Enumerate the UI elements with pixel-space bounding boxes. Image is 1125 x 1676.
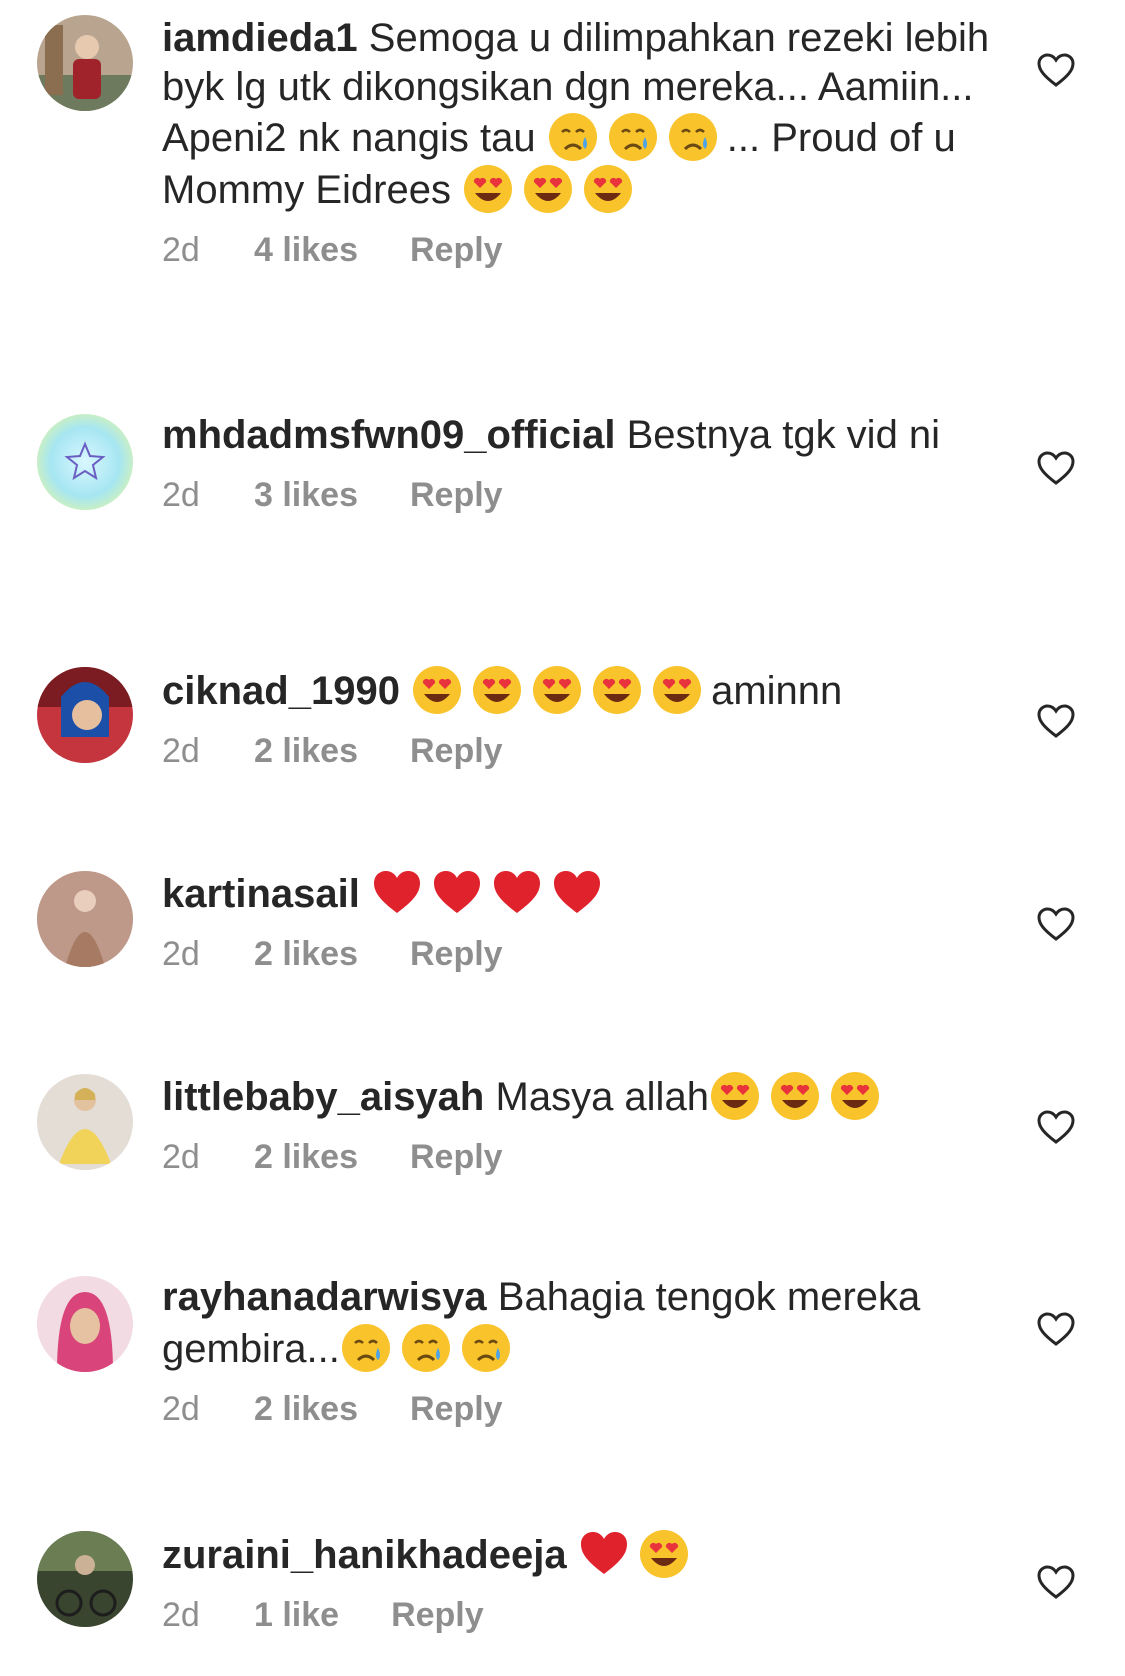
avatar[interactable] [37,1074,133,1170]
avatar[interactable] [37,871,133,967]
heart-eyes-icon [411,664,463,716]
comment-meta: 2d 2 likes Reply [162,726,992,776]
heart-eyes-icon [769,1070,821,1122]
crying-face-icon [340,1322,392,1374]
heart-outline-icon[interactable] [1036,1108,1076,1148]
comment-text: kartinasail [162,867,992,919]
timestamp: 2d [162,1138,200,1176]
crying-face-icon [400,1322,452,1374]
heart-outline-icon[interactable] [1036,905,1076,945]
username[interactable]: zuraini_hanikhadeeja [162,1533,567,1577]
comment-body: ciknad_1990 aminnn 2d 2 likes Reply [162,664,992,776]
comment-text: mhdadmsfwn09_official Bestnya tgk vid ni [162,411,992,460]
comment-body: iamdieda1 Semoga u dilimpahkan rezeki le… [162,14,992,275]
avatar[interactable] [37,1276,133,1372]
comment-body: zuraini_hanikhadeeja 2d 1 like Reply [162,1528,992,1640]
crying-face-icon [547,111,599,163]
comment-meta: 2d 2 likes Reply [162,929,992,979]
comment-text: rayhanadarwisya Bahagia tengok mereka ge… [162,1273,992,1374]
reply-button[interactable]: Reply [410,470,503,520]
red-heart-icon [371,867,423,919]
like-count[interactable]: 2 likes [254,726,358,776]
timestamp: 2d [162,231,200,269]
username[interactable]: kartinasail [162,872,360,916]
heart-outline-icon[interactable] [1036,51,1076,91]
timestamp: 2d [162,475,200,514]
crying-face-icon [460,1322,512,1374]
comment-text: zuraini_hanikhadeeja [162,1528,992,1580]
heart-eyes-icon [591,664,643,716]
comment-text: littlebaby_aisyah Masya allah [162,1070,992,1122]
reply-button[interactable]: Reply [410,726,503,776]
heart-eyes-icon [651,664,703,716]
red-heart-icon [491,867,543,919]
like-count[interactable]: 3 likes [254,470,358,520]
avatar[interactable] [37,15,133,111]
comment-body: rayhanadarwisya Bahagia tengok mereka ge… [162,1273,992,1434]
avatar[interactable] [37,667,133,763]
like-count[interactable]: 2 likes [254,929,358,979]
like-count[interactable]: 4 likes [254,225,358,275]
heart-eyes-icon [638,1528,690,1580]
avatar[interactable] [37,1531,133,1627]
comment-message: Masya allah [495,1075,709,1119]
heart-eyes-icon [709,1070,761,1122]
red-heart-icon [551,867,603,919]
username[interactable]: iamdieda1 [162,16,358,60]
comment-body: littlebaby_aisyah Masya allah 2d 2 likes R… [162,1070,992,1182]
reply-button[interactable]: Reply [410,929,503,979]
red-heart-icon [578,1528,630,1580]
reply-button[interactable]: Reply [391,1590,484,1640]
heart-eyes-icon [462,163,514,215]
timestamp: 2d [162,732,200,770]
avatar[interactable] [37,414,133,510]
heart-eyes-icon [522,163,574,215]
like-count[interactable]: 1 like [254,1590,339,1640]
comment-body: mhdadmsfwn09_official Bestnya tgk vid ni… [162,411,992,520]
username[interactable]: mhdadmsfwn09_official [162,413,615,457]
comment-meta: 2d 3 likes Reply [162,470,992,520]
heart-outline-icon[interactable] [1036,702,1076,742]
reply-button[interactable]: Reply [410,1132,503,1182]
comment-meta: 2d 2 likes Reply [162,1384,992,1434]
username[interactable]: rayhanadarwisya [162,1275,487,1319]
reply-button[interactable]: Reply [410,225,503,275]
comment-body: kartinasail 2d 2 likes Reply [162,867,992,979]
comment-message: Bestnya tgk vid ni [626,413,941,457]
like-count[interactable]: 2 likes [254,1384,358,1434]
timestamp: 2d [162,1389,200,1428]
crying-face-icon [607,111,659,163]
crying-face-icon [667,111,719,163]
comment-text: iamdieda1 Semoga u dilimpahkan rezeki le… [162,14,992,215]
comment-message: aminnn [711,669,843,713]
red-heart-icon [431,867,483,919]
timestamp: 2d [162,1596,200,1634]
heart-outline-icon[interactable] [1036,449,1076,489]
like-count[interactable]: 2 likes [254,1132,358,1182]
heart-eyes-icon [531,664,583,716]
comment-meta: 2d 1 like Reply [162,1590,992,1640]
username[interactable]: ciknad_1990 [162,669,400,713]
heart-eyes-icon [471,664,523,716]
timestamp: 2d [162,935,200,973]
heart-eyes-icon [829,1070,881,1122]
comment-meta: 2d 4 likes Reply [162,225,992,275]
comment-meta: 2d 2 likes Reply [162,1132,992,1182]
reply-button[interactable]: Reply [410,1384,503,1434]
comment-text: ciknad_1990 aminnn [162,664,992,716]
heart-outline-icon[interactable] [1036,1310,1076,1350]
heart-eyes-icon [582,163,634,215]
heart-outline-icon[interactable] [1036,1563,1076,1603]
username[interactable]: littlebaby_aisyah [162,1075,484,1119]
comments-list: iamdieda1 Semoga u dilimpahkan rezeki le… [0,0,1125,1676]
